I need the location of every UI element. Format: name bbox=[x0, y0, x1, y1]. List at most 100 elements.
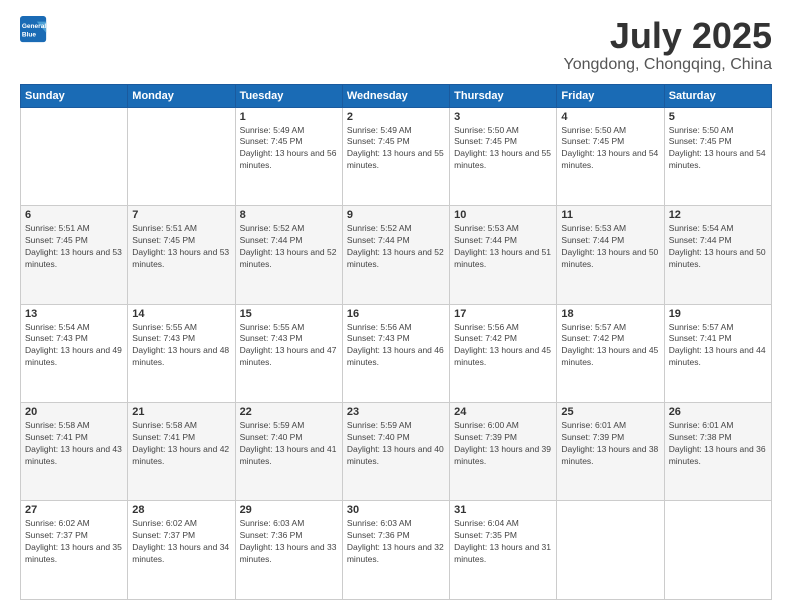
day-number: 25 bbox=[561, 406, 659, 418]
day-number: 6 bbox=[25, 209, 123, 221]
day-detail: Sunrise: 5:53 AMSunset: 7:44 PMDaylight:… bbox=[561, 223, 659, 271]
day-detail: Sunrise: 5:55 AMSunset: 7:43 PMDaylight:… bbox=[240, 322, 338, 370]
day-number: 1 bbox=[240, 111, 338, 123]
month-title: July 2025 bbox=[564, 16, 772, 56]
page: General Blue July 2025 Yongdong, Chongqi… bbox=[0, 0, 792, 612]
day-detail: Sunrise: 5:50 AMSunset: 7:45 PMDaylight:… bbox=[561, 125, 659, 173]
day-number: 22 bbox=[240, 406, 338, 418]
day-detail: Sunrise: 5:51 AMSunset: 7:45 PMDaylight:… bbox=[25, 223, 123, 271]
calendar-cell: 26 Sunrise: 6:01 AMSunset: 7:38 PMDayligh… bbox=[664, 403, 771, 501]
day-detail: Sunrise: 5:51 AMSunset: 7:45 PMDaylight:… bbox=[132, 223, 230, 271]
day-number: 28 bbox=[132, 504, 230, 516]
day-detail: Sunrise: 5:59 AMSunset: 7:40 PMDaylight:… bbox=[240, 420, 338, 468]
calendar-cell: 16Sunrise: 5:56 AMSunset: 7:43 PMDayligh… bbox=[342, 304, 449, 402]
calendar-cell: 11 Sunrise: 5:53 AMSunset: 7:44 PMDayligh… bbox=[557, 206, 664, 304]
calendar-cell: 18 Sunrise: 5:57 AMSunset: 7:42 PMDayligh… bbox=[557, 304, 664, 402]
col-thursday: Thursday bbox=[450, 84, 557, 107]
calendar-cell: 30 Sunrise: 6:03 AMSunset: 7:36 PMDayligh… bbox=[342, 501, 449, 600]
day-number: 29 bbox=[240, 504, 338, 516]
calendar-cell: 29 Sunrise: 6:03 AMSunset: 7:36 PMDayligh… bbox=[235, 501, 342, 600]
day-number: 17 bbox=[454, 308, 552, 320]
day-detail: Sunrise: 5:52 AMSunset: 7:44 PMDaylight:… bbox=[240, 223, 338, 271]
calendar-cell: 17 Sunrise: 5:56 AMSunset: 7:42 PMDayligh… bbox=[450, 304, 557, 402]
calendar-cell bbox=[664, 501, 771, 600]
calendar-cell: 12 Sunrise: 5:54 AMSunset: 7:44 PMDayligh… bbox=[664, 206, 771, 304]
col-wednesday: Wednesday bbox=[342, 84, 449, 107]
day-number: 10 bbox=[454, 209, 552, 221]
svg-text:Blue: Blue bbox=[22, 32, 36, 39]
calendar-cell: 6 Sunrise: 5:51 AMSunset: 7:45 PMDaylight… bbox=[21, 206, 128, 304]
day-number: 30 bbox=[347, 504, 445, 516]
day-detail: Sunrise: 5:58 AMSunset: 7:41 PMDaylight:… bbox=[132, 420, 230, 468]
day-detail: Sunrise: 6:01 AMSunset: 7:39 PMDaylight:… bbox=[561, 420, 659, 468]
day-number: 2 bbox=[347, 111, 445, 123]
calendar-cell: 15Sunrise: 5:55 AMSunset: 7:43 PMDayligh… bbox=[235, 304, 342, 402]
day-number: 24 bbox=[454, 406, 552, 418]
col-sunday: Sunday bbox=[21, 84, 128, 107]
day-detail: Sunrise: 5:56 AMSunset: 7:42 PMDaylight:… bbox=[454, 322, 552, 370]
calendar-table: Sunday Monday Tuesday Wednesday Thursday… bbox=[20, 84, 772, 600]
location-title: Yongdong, Chongqing, China bbox=[564, 56, 772, 74]
calendar-header-row: Sunday Monday Tuesday Wednesday Thursday… bbox=[21, 84, 772, 107]
day-number: 19 bbox=[669, 308, 767, 320]
day-number: 26 bbox=[669, 406, 767, 418]
day-detail: Sunrise: 5:56 AMSunset: 7:43 PMDaylight:… bbox=[347, 322, 445, 370]
title-block: July 2025 Yongdong, Chongqing, China bbox=[564, 16, 772, 74]
calendar-cell: 22 Sunrise: 5:59 AMSunset: 7:40 PMDayligh… bbox=[235, 403, 342, 501]
day-detail: Sunrise: 5:59 AMSunset: 7:40 PMDaylight:… bbox=[347, 420, 445, 468]
day-detail: Sunrise: 6:02 AMSunset: 7:37 PMDaylight:… bbox=[25, 518, 123, 566]
day-number: 27 bbox=[25, 504, 123, 516]
calendar-cell: 13Sunrise: 5:54 AMSunset: 7:43 PMDayligh… bbox=[21, 304, 128, 402]
day-number: 3 bbox=[454, 111, 552, 123]
header: General Blue July 2025 Yongdong, Chongqi… bbox=[20, 16, 772, 74]
day-number: 21 bbox=[132, 406, 230, 418]
calendar-cell: 27 Sunrise: 6:02 AMSunset: 7:37 PMDayligh… bbox=[21, 501, 128, 600]
calendar-cell: 10Sunrise: 5:53 AMSunset: 7:44 PMDayligh… bbox=[450, 206, 557, 304]
day-detail: Sunrise: 5:57 AMSunset: 7:42 PMDaylight:… bbox=[561, 322, 659, 370]
day-detail: Sunrise: 6:03 AMSunset: 7:36 PMDaylight:… bbox=[240, 518, 338, 566]
day-number: 8 bbox=[240, 209, 338, 221]
day-number: 11 bbox=[561, 209, 659, 221]
day-number: 12 bbox=[669, 209, 767, 221]
day-detail: Sunrise: 5:50 AMSunset: 7:45 PMDaylight:… bbox=[454, 125, 552, 173]
calendar-cell: 1 Sunrise: 5:49 AMSunset: 7:45 PMDaylight… bbox=[235, 107, 342, 205]
day-detail: Sunrise: 5:52 AMSunset: 7:44 PMDaylight:… bbox=[347, 223, 445, 271]
day-detail: Sunrise: 5:54 AMSunset: 7:44 PMDaylight:… bbox=[669, 223, 767, 271]
calendar-cell: 3 Sunrise: 5:50 AMSunset: 7:45 PMDaylight… bbox=[450, 107, 557, 205]
col-saturday: Saturday bbox=[664, 84, 771, 107]
calendar-cell: 28 Sunrise: 6:02 AMSunset: 7:37 PMDayligh… bbox=[128, 501, 235, 600]
day-detail: Sunrise: 5:49 AMSunset: 7:45 PMDaylight:… bbox=[240, 125, 338, 173]
calendar-cell: 23Sunrise: 5:59 AMSunset: 7:40 PMDayligh… bbox=[342, 403, 449, 501]
day-detail: Sunrise: 6:01 AMSunset: 7:38 PMDaylight:… bbox=[669, 420, 767, 468]
day-detail: Sunrise: 5:54 AMSunset: 7:43 PMDaylight:… bbox=[25, 322, 123, 370]
day-detail: Sunrise: 6:04 AMSunset: 7:35 PMDaylight:… bbox=[454, 518, 552, 566]
calendar-week-3: 13Sunrise: 5:54 AMSunset: 7:43 PMDayligh… bbox=[21, 304, 772, 402]
calendar-cell: 19 Sunrise: 5:57 AMSunset: 7:41 PMDayligh… bbox=[664, 304, 771, 402]
day-detail: Sunrise: 5:50 AMSunset: 7:45 PMDaylight:… bbox=[669, 125, 767, 173]
calendar-week-1: 1 Sunrise: 5:49 AMSunset: 7:45 PMDaylight… bbox=[21, 107, 772, 205]
day-detail: Sunrise: 5:58 AMSunset: 7:41 PMDaylight:… bbox=[25, 420, 123, 468]
day-number: 14 bbox=[132, 308, 230, 320]
calendar-cell: 8 Sunrise: 5:52 AMSunset: 7:44 PMDaylight… bbox=[235, 206, 342, 304]
day-number: 18 bbox=[561, 308, 659, 320]
col-tuesday: Tuesday bbox=[235, 84, 342, 107]
day-number: 31 bbox=[454, 504, 552, 516]
calendar-cell: 4Sunrise: 5:50 AMSunset: 7:45 PMDaylight… bbox=[557, 107, 664, 205]
calendar-cell: 2 Sunrise: 5:49 AMSunset: 7:45 PMDaylight… bbox=[342, 107, 449, 205]
col-monday: Monday bbox=[128, 84, 235, 107]
calendar-cell: 20Sunrise: 5:58 AMSunset: 7:41 PMDayligh… bbox=[21, 403, 128, 501]
calendar-cell: 31 Sunrise: 6:04 AMSunset: 7:35 PMDayligh… bbox=[450, 501, 557, 600]
day-number: 7 bbox=[132, 209, 230, 221]
day-detail: Sunrise: 6:02 AMSunset: 7:37 PMDaylight:… bbox=[132, 518, 230, 566]
day-detail: Sunrise: 6:03 AMSunset: 7:36 PMDaylight:… bbox=[347, 518, 445, 566]
day-detail: Sunrise: 5:49 AMSunset: 7:45 PMDaylight:… bbox=[347, 125, 445, 173]
col-friday: Friday bbox=[557, 84, 664, 107]
day-detail: Sunrise: 5:55 AMSunset: 7:43 PMDaylight:… bbox=[132, 322, 230, 370]
calendar-cell: 7 Sunrise: 5:51 AMSunset: 7:45 PMDaylight… bbox=[128, 206, 235, 304]
logo: General Blue bbox=[20, 16, 48, 44]
calendar-week-2: 6 Sunrise: 5:51 AMSunset: 7:45 PMDaylight… bbox=[21, 206, 772, 304]
calendar-cell: 9 Sunrise: 5:52 AMSunset: 7:44 PMDaylight… bbox=[342, 206, 449, 304]
svg-text:General: General bbox=[22, 23, 46, 30]
day-detail: Sunrise: 5:57 AMSunset: 7:41 PMDaylight:… bbox=[669, 322, 767, 370]
day-number: 9 bbox=[347, 209, 445, 221]
